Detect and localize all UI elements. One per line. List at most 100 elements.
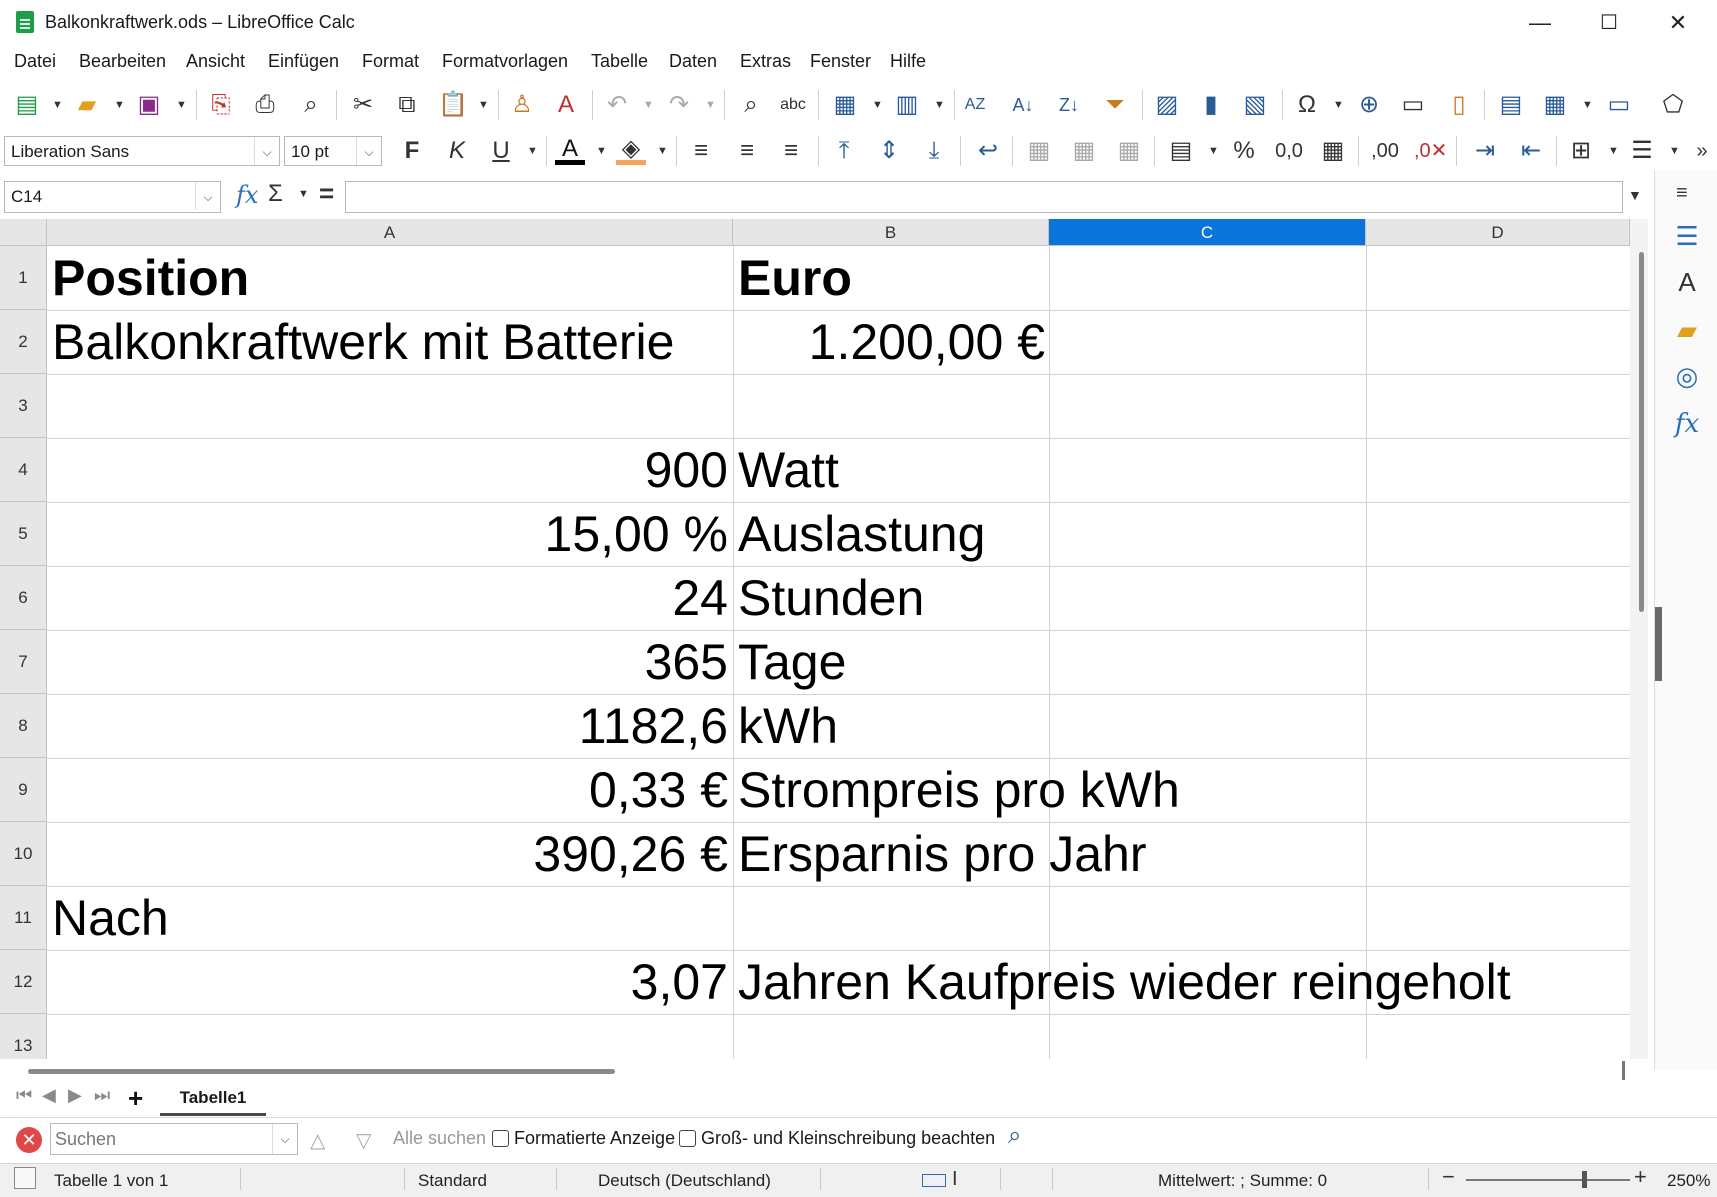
currency-dropdown-icon[interactable]: ▼ [1208,136,1219,166]
autofilter-icon[interactable]: ⏷ [1100,90,1130,120]
horizontal-scroll-thumb[interactable] [28,1069,615,1074]
clear-formatting-icon[interactable]: A [551,90,581,120]
row-header[interactable]: 2 [0,310,47,374]
menu-extras[interactable]: Extras [740,51,791,72]
center-vertically-icon[interactable]: ⇕ [874,136,904,166]
document-language[interactable]: Deutsch (Deutschland) [598,1171,771,1191]
find-next-icon[interactable]: ▽ [356,1128,371,1153]
define-print-area-icon[interactable]: ▤ [1496,90,1526,120]
row-dropdown-icon[interactable]: ▼ [872,90,883,120]
document-saved-icon[interactable] [14,1167,36,1189]
sheet-tab-tabelle1[interactable]: Tabelle1 [160,1085,266,1116]
row-header[interactable]: 9 [0,758,47,822]
redo-icon[interactable]: ↷ [664,90,694,120]
column-header-b[interactable]: B [733,219,1049,246]
cell-b1[interactable]: Euro [738,246,852,310]
cell-b9[interactable]: Strompreis pro kWh [738,758,1180,822]
column-dropdown-icon[interactable]: ▼ [934,90,945,120]
align-top-icon[interactable]: ⤒ [829,136,859,166]
cell-a2[interactable]: Balkonkraftwerk mit Batterie [52,310,674,374]
sort-descending-icon[interactable]: Z↓ [1054,90,1084,120]
merge-center-icon[interactable]: ▦ [1024,136,1054,166]
name-box[interactable]: C14 ⌵ [4,181,221,213]
zoom-in-icon[interactable]: + [1634,1164,1647,1190]
freeze-rows-icon[interactable]: ▦ [1540,90,1570,120]
italic-button[interactable]: K [442,136,472,166]
row-header[interactable]: 1 [0,246,47,310]
cell-a5[interactable]: 15,00 % [47,502,728,566]
cell-b5[interactable]: Auslastung [738,502,985,566]
row-header[interactable]: 6 [0,566,47,630]
cell-b6[interactable]: Stunden [738,566,924,630]
cell-a8[interactable]: 1182,6 [47,694,728,758]
functions-icon[interactable]: fx [1671,408,1703,440]
align-bottom-icon[interactable]: ⤓ [919,136,949,166]
font-color-icon[interactable]: A [555,134,585,165]
next-sheet-icon[interactable]: ▶ [68,1085,82,1106]
find-replace-icon[interactable]: ⌕ [1008,1122,1021,1150]
cell-b2[interactable]: 1.200,00 € [733,310,1045,374]
formatted-display-checkbox[interactable] [492,1130,509,1147]
menu-datei[interactable]: Datei [14,51,56,72]
chevron-down-icon[interactable]: ⌵ [254,137,279,165]
menu-ansicht[interactable]: Ansicht [186,51,245,72]
vertical-scroll-thumb[interactable] [1639,252,1644,612]
insert-chart-icon[interactable]: ▮ [1196,90,1226,120]
maximize-button[interactable]: ☐ [1583,6,1635,40]
zoom-out-icon[interactable]: − [1442,1164,1455,1190]
page-style[interactable]: Standard [418,1171,487,1191]
font-color-dropdown-icon[interactable]: ▼ [596,136,607,166]
special-character-icon[interactable]: Ω [1292,90,1322,120]
spelling-icon[interactable]: abc [778,90,808,120]
sum-icon[interactable]: Σ [268,180,283,208]
menu-tabelle[interactable]: Tabelle [591,51,648,72]
menu-format[interactable]: Format [362,51,419,72]
pivot-table-icon[interactable]: ▧ [1240,90,1270,120]
match-case-checkbox[interactable] [679,1130,696,1147]
expand-formula-bar-icon[interactable]: ▼ [1628,187,1642,203]
save-icon[interactable]: ▣ [134,90,164,120]
column-icon[interactable]: ▥ [892,90,922,120]
chevron-down-icon[interactable]: ⌵ [356,137,381,165]
menu-formatvorlagen[interactable]: Formatvorlagen [442,51,568,72]
currency-format-icon[interactable]: ▤ [1166,136,1196,166]
find-all-button[interactable]: Alle suchen [393,1128,486,1149]
zoom-slider-thumb[interactable] [1582,1171,1587,1188]
cell-b12[interactable]: Jahren Kaufpreis wieder reingeholt [738,950,1511,1014]
split-window-icon[interactable]: ▭ [1604,90,1634,120]
print-preview-icon[interactable]: ⌕ [296,90,326,120]
borders-dropdown-icon[interactable]: ▼ [1608,136,1619,166]
zoom-level[interactable]: 250% [1667,1171,1710,1191]
align-right-icon[interactable]: ≡ [776,136,806,166]
cell-a10[interactable]: 390,26 € [47,822,728,886]
add-sheet-button[interactable]: + [128,1083,143,1114]
menu-hilfe[interactable]: Hilfe [890,51,926,72]
select-all-corner[interactable] [0,219,47,246]
row-header[interactable]: 10 [0,822,47,886]
row-header[interactable]: 12 [0,950,47,1014]
insert-image-icon[interactable]: ▨ [1152,90,1182,120]
open-folder-icon[interactable]: ▰ [72,90,102,120]
column-header-a[interactable]: A [47,219,733,246]
row-icon[interactable]: ▦ [830,90,860,120]
undo-dropdown-icon[interactable]: ▼ [643,90,654,120]
spreadsheet-grid[interactable]: A B C D 1 2 3 4 5 6 7 8 9 10 11 12 13 Po… [0,219,1630,1059]
navigator-icon[interactable]: ◎ [1671,360,1703,392]
formula-equals-icon[interactable]: = [319,178,334,209]
minimize-button[interactable]: — [1514,6,1566,40]
new-document-icon[interactable]: ▤ [12,90,42,120]
zoom-slider[interactable] [1466,1179,1630,1181]
highlight-dropdown-icon[interactable]: ▼ [657,136,668,166]
delete-decimal-icon[interactable]: ,0✕ [1414,136,1447,166]
date-format-icon[interactable]: ▦ [1318,136,1348,166]
borders-icon[interactable]: ⊞ [1566,136,1596,166]
border-style-dropdown-icon[interactable]: ▼ [1669,136,1680,166]
paste-icon[interactable]: 📋 [438,90,468,120]
cell-a4[interactable]: 900 [47,438,728,502]
underline-button[interactable]: U [486,136,516,166]
function-wizard-icon[interactable]: fx [236,181,258,209]
save-dropdown-icon[interactable]: ▼ [176,90,187,120]
increase-indent-icon[interactable]: ⇥ [1470,136,1500,166]
bold-button[interactable]: F [397,136,427,166]
row-header[interactable]: 11 [0,886,47,950]
